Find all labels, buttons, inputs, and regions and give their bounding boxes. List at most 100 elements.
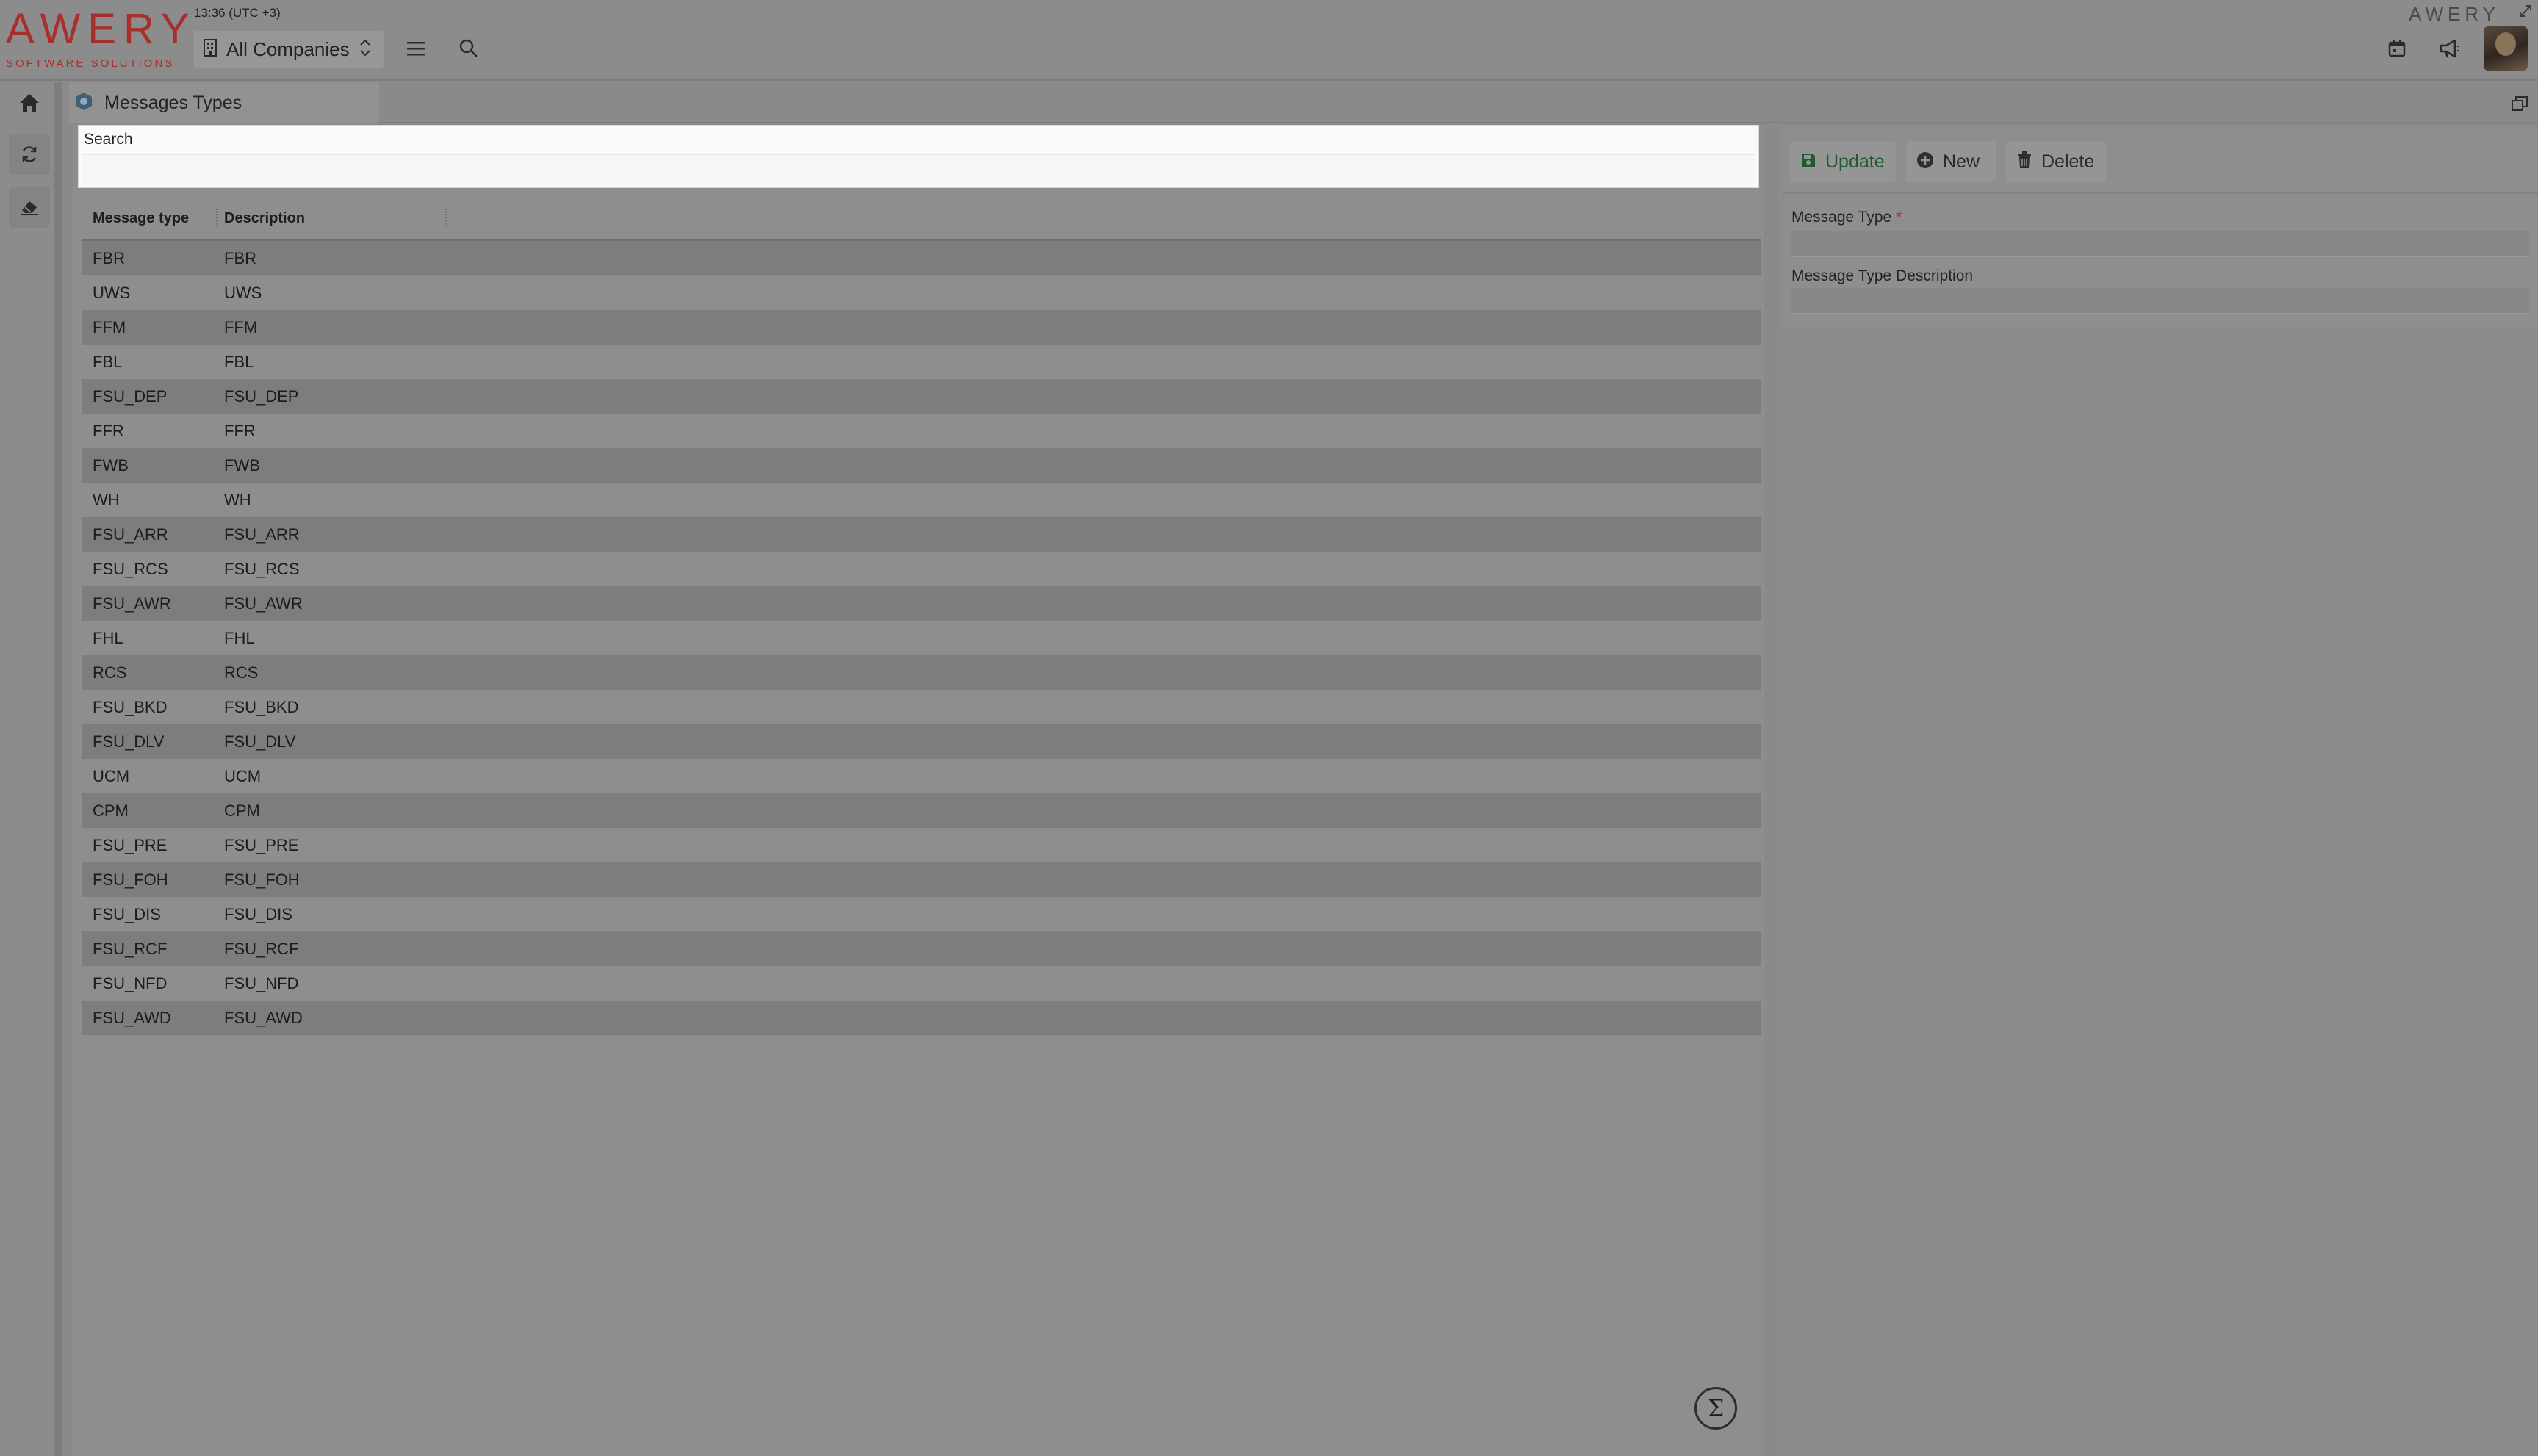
column-resize-handle[interactable] [445, 209, 448, 226]
cell-message-type: FSU_DLV [93, 732, 165, 751]
trash-icon [2016, 151, 2032, 173]
top-header: AWERY SOFTWARE SOLUTIONS 13:36 (UTC +3) … [0, 0, 2538, 81]
cell-description: FSU_RCS [224, 560, 300, 578]
sigma-summary-button[interactable]: Σ [1694, 1387, 1737, 1430]
cell-message-type: FFM [93, 318, 126, 336]
cell-message-type: FSU_DEP [93, 387, 168, 406]
message-types-table: Message type Description FBR FBR UWS UWS FFM… [82, 198, 1761, 1035]
awery-logo[interactable]: AWERY SOFTWARE SOLUTIONS [6, 5, 197, 73]
menu-icon[interactable] [403, 34, 429, 63]
calendar-icon[interactable] [2382, 34, 2412, 63]
expand-icon[interactable] [2517, 3, 2534, 19]
column-header-description[interactable]: Description [224, 210, 305, 227]
cell-description: FBL [224, 353, 254, 371]
cell-description: FHL [224, 629, 255, 647]
new-button[interactable]: New [1906, 141, 1996, 182]
column-header-message-type[interactable]: Message type [93, 210, 189, 227]
table-row[interactable]: FWB FWB [82, 448, 1761, 483]
cell-message-type: UWS [93, 284, 131, 302]
home-icon[interactable] [9, 82, 50, 123]
cell-description: FSU_RCF [224, 940, 299, 958]
table-row[interactable]: FSU_DIS FSU_DIS [82, 897, 1761, 931]
table-row[interactable]: FFM FFM [82, 310, 1761, 345]
table-row[interactable]: FSU_AWD FSU_AWD [82, 1001, 1761, 1035]
cell-message-type: UCM [93, 767, 130, 785]
tab-messages-types[interactable]: Messages Types [69, 82, 379, 123]
cell-description: RCS [224, 663, 259, 682]
cell-description: FBR [224, 249, 256, 267]
building-icon [203, 38, 218, 60]
plus-circle-icon [1916, 151, 1934, 173]
table-row[interactable]: FSU_FOH FSU_FOH [82, 862, 1761, 897]
logo-text: AWERY [6, 5, 197, 53]
table-row[interactable]: FSU_NFD FSU_NFD [82, 966, 1761, 1001]
table-row[interactable]: FFR FFR [82, 414, 1761, 448]
table-row[interactable]: UWS UWS [82, 275, 1761, 310]
table-row[interactable]: WH WH [82, 483, 1761, 517]
search-input[interactable] [82, 154, 1755, 184]
cell-description: CPM [224, 801, 260, 820]
cell-message-type: FSU_BKD [93, 698, 168, 716]
table-row[interactable]: FSU_ARR FSU_ARR [82, 517, 1761, 552]
cell-description: FFR [224, 422, 256, 440]
message-type-field[interactable] [1791, 231, 2529, 257]
cell-message-type: FBR [93, 249, 125, 267]
cell-message-type: FSU_AWD [93, 1009, 171, 1027]
cell-message-type: FBL [93, 353, 123, 371]
table-row[interactable]: FHL FHL [82, 621, 1761, 655]
update-button[interactable]: Update [1790, 141, 1896, 182]
cell-description: UWS [224, 284, 262, 302]
cell-message-type: RCS [93, 663, 127, 682]
message-type-label: Message Type * [1791, 209, 1902, 226]
tab-label: Messages Types [104, 92, 242, 113]
detail-toolbar: Update New Delete [1783, 131, 2538, 194]
detail-panel: Update New Delete Message Type * Message… [1778, 125, 2538, 1456]
user-avatar[interactable] [2484, 26, 2528, 71]
update-button-label: Update [1825, 151, 1885, 172]
company-selector[interactable]: All Companies [194, 31, 384, 68]
cell-message-type: FFR [93, 422, 124, 440]
delete-button[interactable]: Delete [2006, 141, 2106, 182]
table-row[interactable]: FSU_BKD FSU_BKD [82, 690, 1761, 724]
cell-message-type: FSU_ARR [93, 525, 168, 544]
cell-message-type: FHL [93, 629, 123, 647]
table-row[interactable]: FSU_DLV FSU_DLV [82, 724, 1761, 759]
table-row[interactable]: CPM CPM [82, 793, 1761, 828]
delete-button-label: Delete [2041, 151, 2095, 172]
cell-message-type: FSU_DIS [93, 905, 161, 923]
cell-message-type: FSU_RCF [93, 940, 168, 958]
company-selector-label: All Companies [226, 37, 350, 60]
tab-bar: Messages Types [69, 82, 2538, 123]
cell-message-type: CPM [93, 801, 129, 820]
message-type-description-label: Message Type Description [1791, 267, 1974, 284]
cell-description: FSU_AWR [224, 594, 303, 613]
table-row[interactable]: FBL FBL [82, 345, 1761, 379]
table-row[interactable]: FBR FBR [82, 241, 1761, 275]
table-row[interactable]: FSU_PRE FSU_PRE [82, 828, 1761, 862]
eraser-icon[interactable] [9, 187, 50, 228]
list-panel: Search Message type Description FBR FBR UW… [73, 125, 1764, 1456]
cell-message-type: FSU_PRE [93, 836, 168, 854]
cell-description: FFM [224, 318, 258, 336]
table-row[interactable]: RCS RCS [82, 655, 1761, 690]
table-row[interactable]: FSU_RCS FSU_RCS [82, 552, 1761, 586]
search-icon[interactable] [456, 34, 482, 63]
message-type-description-field[interactable] [1791, 288, 2529, 314]
restore-window-icon[interactable] [2509, 93, 2531, 115]
search-label: Search [84, 131, 133, 148]
table-row[interactable]: FSU_AWR FSU_AWR [82, 586, 1761, 621]
left-rail [0, 82, 62, 1456]
table-row[interactable]: UCM UCM [82, 759, 1761, 793]
cell-description: FSU_ARR [224, 525, 300, 544]
new-button-label: New [1943, 151, 1980, 172]
column-resize-handle[interactable] [216, 209, 219, 226]
table-body: FBR FBR UWS UWS FFM FFM FBL FBL FSU_DEP FSU_DEP FF… [82, 241, 1761, 1035]
megaphone-icon[interactable] [2435, 34, 2465, 63]
cell-description: FWB [224, 456, 260, 475]
table-row[interactable]: FSU_RCF FSU_RCF [82, 931, 1761, 966]
table-row[interactable]: FSU_DEP FSU_DEP [82, 379, 1761, 414]
refresh-icon[interactable] [9, 134, 50, 175]
message-type-form: Message Type * Message Type Description [1783, 198, 2538, 325]
cell-description: FSU_NFD [224, 974, 299, 992]
logo-subtitle: SOFTWARE SOLUTIONS [6, 57, 175, 70]
